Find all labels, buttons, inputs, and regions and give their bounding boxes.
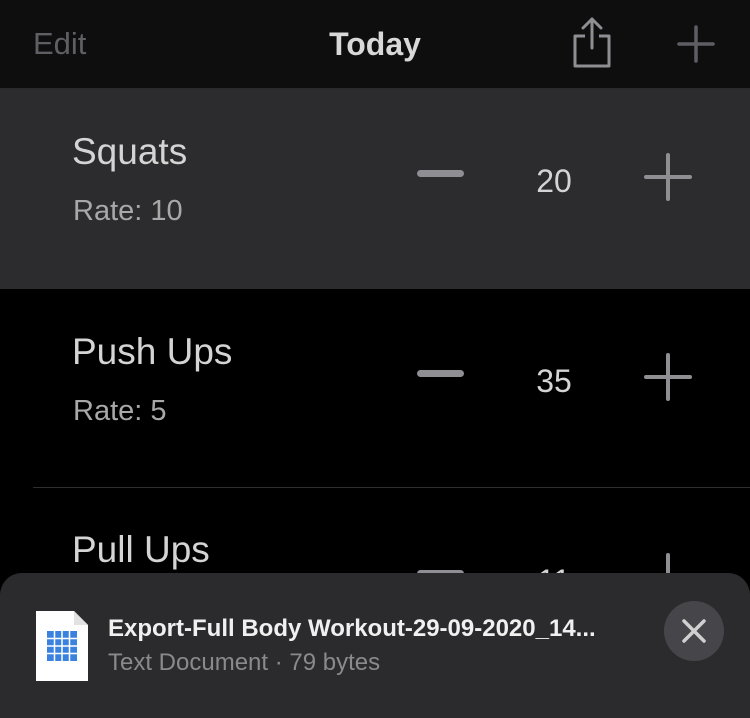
file-name: Export-Full Body Workout-29-09-2020_14..… xyxy=(108,615,596,642)
file-meta: Text Document · 79 bytes xyxy=(108,649,381,676)
exercise-row-push-ups[interactable]: Push Ups Rate: 5 35 xyxy=(0,289,750,489)
exercise-name: Squats xyxy=(72,131,188,172)
increment-button[interactable] xyxy=(643,352,693,402)
exercise-rate: Rate: 5 xyxy=(73,395,167,427)
decrement-button[interactable] xyxy=(417,160,465,190)
share-button[interactable] xyxy=(570,16,614,70)
plus-icon xyxy=(644,353,692,401)
exercise-row-squats[interactable]: Squats Rate: 10 20 xyxy=(0,89,750,289)
close-icon xyxy=(682,619,706,643)
decrement-button[interactable] xyxy=(417,360,465,390)
file-export-toast[interactable]: Export-Full Body Workout-29-09-2020_14..… xyxy=(0,573,750,718)
minus-icon xyxy=(417,370,464,377)
exercise-count: 35 xyxy=(536,363,572,399)
page-title: Today xyxy=(329,26,421,62)
exercise-name: Push Ups xyxy=(72,331,233,372)
close-button[interactable] xyxy=(664,601,724,661)
exercise-rate: Rate: 10 xyxy=(73,195,183,227)
minus-icon xyxy=(417,170,464,177)
share-icon xyxy=(573,17,611,68)
navigation-bar: Edit Today xyxy=(0,0,750,89)
increment-button[interactable] xyxy=(643,152,693,202)
spreadsheet-document-icon xyxy=(36,611,88,681)
exercise-count: 20 xyxy=(536,163,572,199)
plus-icon xyxy=(644,153,692,201)
row-divider xyxy=(33,487,750,488)
plus-icon xyxy=(677,25,715,63)
exercise-name: Pull Ups xyxy=(72,529,210,570)
add-exercise-button[interactable] xyxy=(676,24,716,64)
